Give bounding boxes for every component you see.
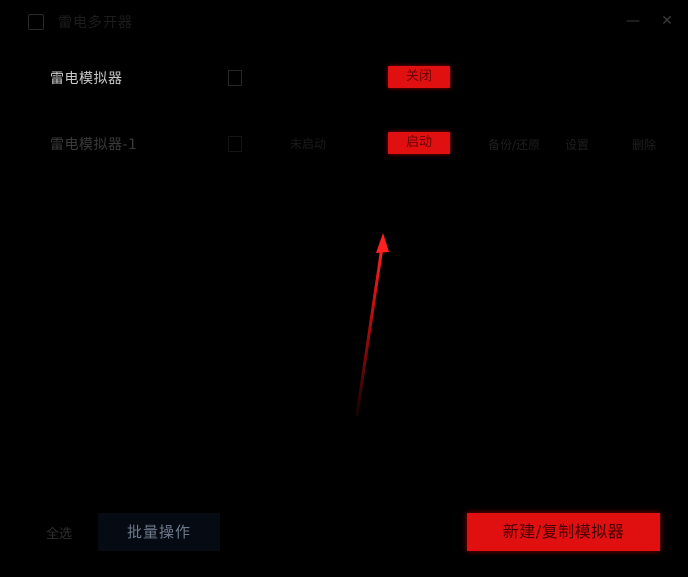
settings-link[interactable]: 设置 — [565, 136, 589, 153]
start-instance-button[interactable]: 启动 — [388, 132, 450, 154]
batch-operation-button[interactable]: 批量操作 — [98, 513, 220, 551]
app-icon — [28, 14, 44, 30]
close-instance-button[interactable]: 关闭 — [388, 66, 450, 88]
instance-row: 雷电模拟器 关闭 — [0, 62, 688, 92]
multi-instance-manager-window: 雷电多开器 — ✕ 雷电模拟器 关闭 雷电模拟器-1 未启动 启动 备份/还原 … — [0, 0, 688, 577]
window-title: 雷电多开器 — [58, 15, 133, 31]
delete-link[interactable]: 删除 — [632, 136, 656, 153]
instance-name: 雷电模拟器-1 — [50, 137, 138, 153]
instance-checkbox[interactable] — [228, 136, 242, 152]
instance-row: 雷电模拟器-1 未启动 启动 备份/还原 设置 删除 — [0, 128, 688, 158]
new-copy-emulator-button[interactable]: 新建/复制模拟器 — [467, 513, 660, 551]
select-all-checkbox[interactable]: 全选 — [46, 523, 72, 542]
instance-name: 雷电模拟器 — [50, 71, 123, 87]
annotation-arrow-icon — [355, 233, 389, 417]
close-icon[interactable]: ✕ — [658, 12, 676, 30]
title-bar[interactable]: 雷电多开器 — ✕ — [0, 0, 688, 42]
instance-status: 未启动 — [290, 137, 327, 151]
instance-checkbox[interactable] — [228, 70, 242, 86]
backup-restore-link[interactable]: 备份/还原 — [488, 136, 540, 153]
minimize-icon[interactable]: — — [624, 12, 642, 30]
